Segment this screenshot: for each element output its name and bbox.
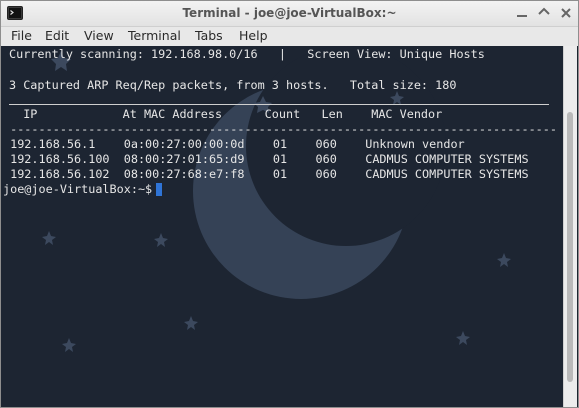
menu-file[interactable]: File <box>11 28 32 43</box>
vertical-scrollbar[interactable] <box>563 46 577 407</box>
shell-prompt: joe@joe-VirtualBox:~$ <box>3 182 160 196</box>
moon-wallpaper <box>42 46 511 352</box>
minimize-icon[interactable] <box>514 5 530 21</box>
dash-separator: ----------------------------------------… <box>3 122 557 136</box>
title-bar[interactable]: Terminal - joe@joe-VirtualBox:~ <box>1 1 578 27</box>
menu-view[interactable]: View <box>84 28 114 43</box>
table-row: 192.168.56.100 08:00:27:01:65:d9 01 060 … <box>3 152 529 166</box>
table-row: 192.168.56.102 08:00:27:68:e7:f8 01 060 … <box>3 167 529 181</box>
close-icon[interactable] <box>558 5 574 21</box>
maximize-icon[interactable] <box>536 5 552 21</box>
header-rule <box>9 104 549 105</box>
window-title: Terminal - joe@joe-VirtualBox:~ <box>182 6 397 20</box>
scrollbar-thumb[interactable] <box>567 112 573 382</box>
summary-line: 3 Captured ARP Req/Rep packets, from 3 h… <box>9 78 457 92</box>
table-header: IP At MAC Address Count Len MAC Vendor <box>9 107 443 121</box>
table-row: 192.168.56.1 0a:00:27:00:00:0d 01 060 Un… <box>3 137 465 151</box>
terminal-window: Terminal - joe@joe-VirtualBox:~ File Edi… <box>0 0 579 408</box>
terminal-output[interactable]: Currently scanning: 192.168.98.0/16 | Sc… <box>1 46 566 407</box>
menu-bar: File Edit View Terminal Tabs Help <box>1 27 578 46</box>
menu-help[interactable]: Help <box>239 28 268 43</box>
menu-edit[interactable]: Edit <box>45 28 69 43</box>
text-cursor <box>156 183 162 196</box>
menu-terminal[interactable]: Terminal <box>128 28 181 43</box>
status-line: Currently scanning: 192.168.98.0/16 | Sc… <box>9 47 485 61</box>
menu-tabs[interactable]: Tabs <box>195 28 223 43</box>
